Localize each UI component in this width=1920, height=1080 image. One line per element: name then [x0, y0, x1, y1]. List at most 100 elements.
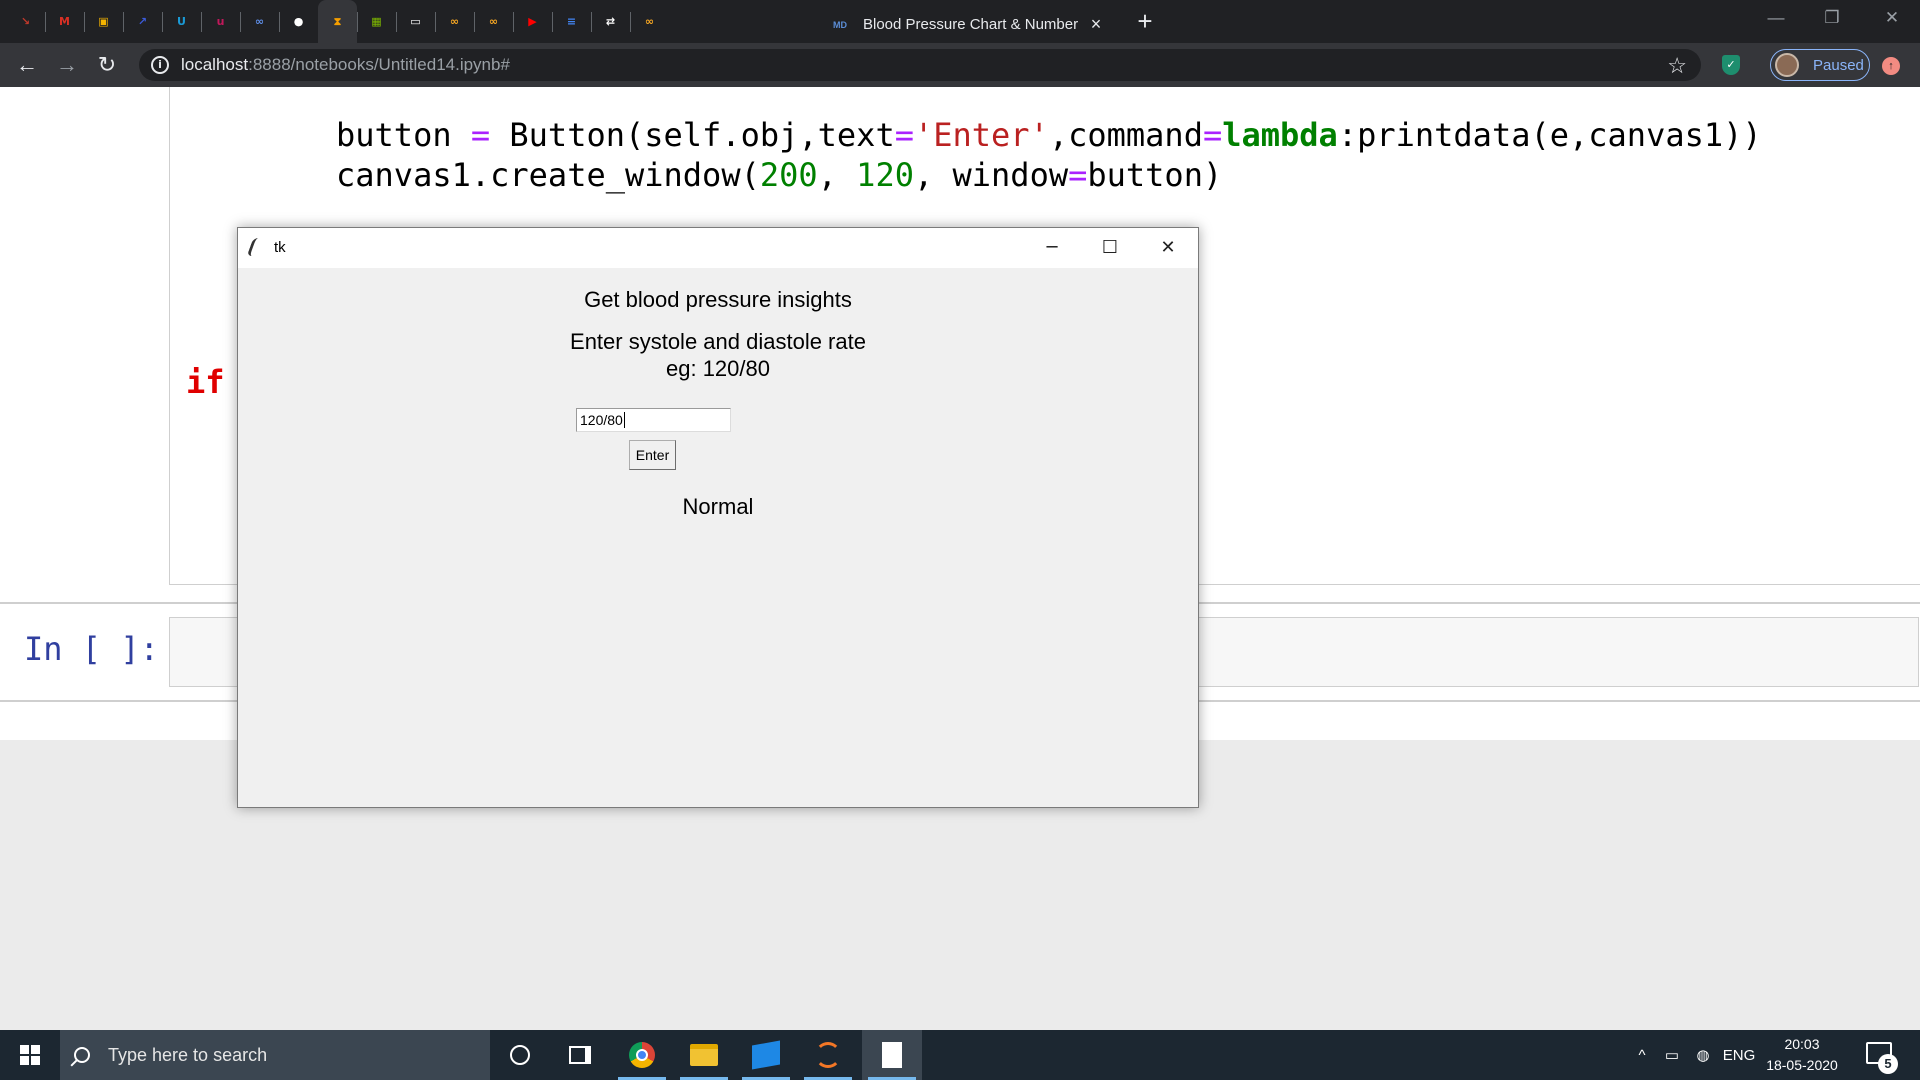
- tab-title: Blood Pressure Chart & Number: [863, 16, 1079, 33]
- browser-tab-strip: ↘ M ▣ ↗ Uu ∞ ● ⧗ ▦ ▭ ∞ ∞ ▶ ≡ ⇄ ∞ MD Blood Pressure Char…: [0, 0, 1920, 43]
- profile-status: Paused: [1813, 56, 1864, 74]
- pinned-tab-4[interactable]: ↗: [123, 0, 162, 43]
- pinned-tab-microsoft-icon: ▦: [371, 15, 382, 28]
- pinned-tab-15[interactable]: ≡: [552, 0, 591, 43]
- windows-taskbar: Type here to search ^ ▭ ◍ ENG 20:03 18-0…: [0, 1030, 1920, 1080]
- profile-button[interactable]: Paused: [1770, 49, 1870, 81]
- taskbar-jupyter[interactable]: [798, 1030, 858, 1080]
- search-icon: [74, 1047, 90, 1063]
- pinned-tab-microsoft[interactable]: ▦: [357, 0, 396, 43]
- cortana-button[interactable]: [490, 1030, 550, 1080]
- taskbar-chrome[interactable]: [612, 1030, 672, 1080]
- pinned-tab-6[interactable]: u: [201, 0, 240, 43]
- pinned-tab-12-icon: ∞: [449, 15, 460, 28]
- code-line-create-window[interactable]: canvas1.create_window(200, 120, window=b…: [336, 156, 1222, 194]
- pinned-tab-17-icon: ∞: [644, 15, 655, 28]
- forward-icon[interactable]: →: [52, 50, 82, 80]
- task-view-icon: [569, 1046, 591, 1064]
- pinned-tab-12[interactable]: ∞: [435, 0, 474, 43]
- tk-window: tk ─ ☐ ✕ Get blood pressure insights Ent…: [237, 227, 1199, 808]
- pinned-tab-youtube-icon: ▶: [528, 15, 537, 28]
- text-caret: [623, 412, 625, 428]
- task-view-button[interactable]: [550, 1030, 610, 1080]
- pinned-tab-7[interactable]: ∞: [240, 0, 279, 43]
- taskbar-file-explorer[interactable]: [674, 1030, 734, 1080]
- clock-time: 20:03: [1784, 1036, 1820, 1052]
- network-icon[interactable]: ◍: [1690, 1030, 1716, 1080]
- pinned-tab-16[interactable]: ⇄: [591, 0, 630, 43]
- pinned-tab-6-icon: u: [216, 15, 225, 28]
- browser-restore-button[interactable]: ❐: [1804, 0, 1860, 36]
- tk-result: Normal: [682, 494, 754, 519]
- code-keyword-if: if: [186, 363, 225, 401]
- tk-titlebar[interactable]: tk ─ ☐ ✕: [238, 228, 1198, 268]
- pinned-tab-gmail[interactable]: M: [45, 0, 84, 43]
- pinned-tab-3-icon: ▣: [98, 15, 109, 28]
- code-line-button[interactable]: button = Button(self.obj,text='Enter',co…: [336, 116, 1762, 154]
- tk-close-button[interactable]: ✕: [1139, 228, 1197, 268]
- pinned-tab-3[interactable]: ▣: [84, 0, 123, 43]
- windows-logo-icon: [20, 1045, 40, 1065]
- pinned-tab-13[interactable]: ∞: [474, 0, 513, 43]
- tk-feather-icon: [246, 238, 264, 256]
- pinned-tab-13-icon: ∞: [488, 15, 499, 28]
- webmd-favicon-icon: MD: [833, 19, 847, 30]
- close-tab-icon[interactable]: ×: [1087, 14, 1105, 35]
- pinned-tab-github-icon: ●: [293, 15, 304, 28]
- pinned-tab-16-icon: ⇄: [605, 15, 616, 28]
- taskbar-app[interactable]: [736, 1030, 796, 1080]
- pinned-tab-15-icon: ≡: [566, 15, 577, 28]
- start-button[interactable]: [0, 1030, 60, 1080]
- jupyter-icon: [815, 1042, 841, 1068]
- language-indicator[interactable]: ENG: [1720, 1030, 1758, 1080]
- enter-button[interactable]: Enter: [629, 440, 676, 470]
- tray-chevron-icon[interactable]: ^: [1630, 1030, 1654, 1080]
- browser-close-button[interactable]: ✕: [1864, 0, 1920, 36]
- browser-minimize-button[interactable]: —: [1748, 0, 1804, 36]
- tk-window-title: tk: [274, 239, 286, 256]
- back-icon[interactable]: ←: [12, 50, 42, 80]
- tk-maximize-button[interactable]: ☐: [1081, 228, 1139, 268]
- url-host: localhost: [181, 55, 249, 74]
- pinned-tab-17[interactable]: ∞: [630, 0, 669, 43]
- search-placeholder: Type here to search: [108, 1044, 268, 1065]
- tk-example: eg: 120/80: [666, 356, 770, 381]
- pinned-tab-7-icon: ∞: [254, 15, 265, 28]
- pinned-tab-4-icon: ↗: [137, 15, 148, 28]
- update-icon[interactable]: ↑: [1882, 57, 1900, 75]
- cell-prompt: In [ ]:: [24, 630, 159, 668]
- pinned-tab-1-icon: ↘: [20, 15, 31, 28]
- bp-entry-field[interactable]: 120/80: [576, 408, 731, 432]
- tk-minimize-button[interactable]: ─: [1023, 228, 1081, 268]
- tk-heading: Get blood pressure insights: [584, 287, 852, 312]
- pinned-tab-5-icon: U: [177, 15, 186, 28]
- pinned-tab-11-icon: ▭: [410, 15, 421, 28]
- bp-entry-value: 120/80: [580, 412, 623, 428]
- avatar: [1775, 53, 1799, 77]
- pinned-tab-9[interactable]: ⧗: [318, 0, 357, 43]
- tk-instruction: Enter systole and diastole rate: [570, 329, 866, 354]
- pinned-tab-5[interactable]: U: [162, 0, 201, 43]
- site-info-icon[interactable]: i: [151, 56, 169, 74]
- new-tab-button[interactable]: +: [1132, 6, 1158, 36]
- chrome-icon: [629, 1042, 655, 1068]
- extension-shield-icon[interactable]: ✓: [1722, 55, 1740, 75]
- battery-icon[interactable]: ▭: [1660, 1030, 1684, 1080]
- active-browser-tab[interactable]: MD Blood Pressure Chart & Number ×: [823, 6, 1115, 43]
- pinned-tab-9-icon: ⧗: [333, 14, 342, 28]
- app-icon: [752, 1040, 780, 1070]
- pinned-tab-youtube[interactable]: ▶: [513, 0, 552, 43]
- taskbar-tk-window[interactable]: [862, 1030, 922, 1080]
- cortana-icon: [510, 1045, 530, 1065]
- pinned-tab-11[interactable]: ▭: [396, 0, 435, 43]
- address-bar[interactable]: i localhost:8888/notebooks/Untitled14.ip…: [139, 49, 1701, 81]
- pinned-tab-github[interactable]: ●: [279, 0, 318, 43]
- clock-date: 18-05-2020: [1766, 1057, 1838, 1073]
- reload-icon[interactable]: ↻: [92, 50, 122, 80]
- pinned-tab-1[interactable]: ↘: [6, 0, 45, 43]
- url-path: :8888/notebooks/Untitled14.ipynb#: [248, 55, 510, 74]
- taskbar-clock[interactable]: 20:03 18-05-2020: [1760, 1034, 1844, 1076]
- browser-toolbar: ← → ↻ i localhost:8888/notebooks/Untitle…: [0, 43, 1920, 87]
- bookmark-star-icon[interactable]: ☆: [1667, 53, 1687, 79]
- taskbar-search-box[interactable]: Type here to search: [60, 1030, 490, 1080]
